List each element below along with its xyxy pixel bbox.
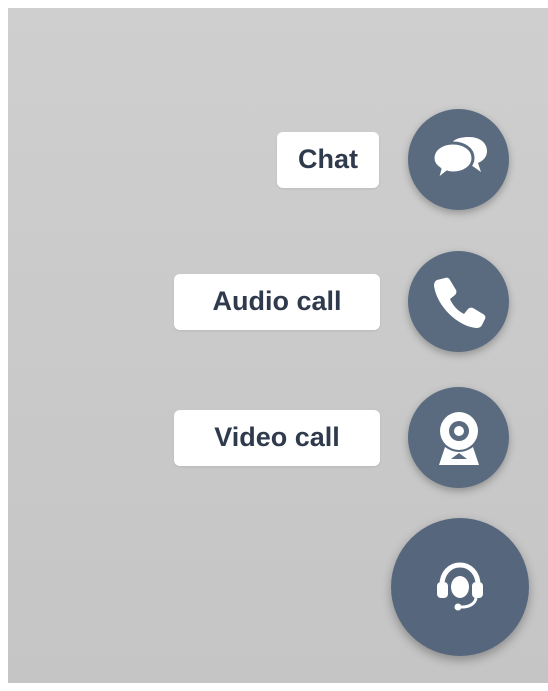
chat-label[interactable]: Chat: [277, 131, 379, 188]
video-call-button[interactable]: [408, 387, 509, 488]
audio-call-option[interactable]: Audio call: [174, 251, 509, 352]
phone-icon: [431, 274, 487, 330]
webcam-icon: [435, 409, 483, 467]
contact-menu-backdrop: Chat Audio call Video call: [8, 8, 548, 683]
chat-button[interactable]: [408, 109, 509, 210]
support-toggle-button[interactable]: [391, 518, 529, 656]
headset-icon: [434, 559, 486, 615]
audio-call-button[interactable]: [408, 251, 509, 352]
chat-option[interactable]: Chat: [277, 109, 509, 210]
video-call-label[interactable]: Video call: [174, 409, 380, 466]
video-call-option[interactable]: Video call: [174, 387, 509, 488]
audio-call-label[interactable]: Audio call: [174, 273, 380, 330]
chat-bubbles-icon: [429, 134, 489, 186]
